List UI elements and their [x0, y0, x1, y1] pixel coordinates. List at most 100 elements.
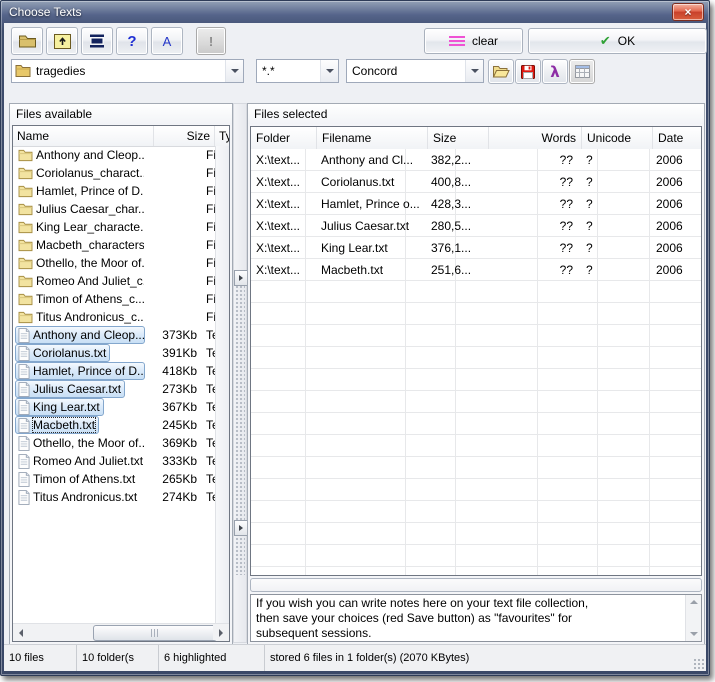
- chevron-down-icon: [326, 69, 334, 73]
- column-header-date[interactable]: Date: [653, 127, 702, 149]
- file-row[interactable]: Timon of Athens.txt 265Kb Te: [13, 470, 229, 488]
- panel-splitter[interactable]: [233, 103, 247, 643]
- table-row[interactable]: X:\text... Anthony and Cl... 382,2... ??…: [251, 149, 701, 171]
- horizontal-scrollbar[interactable]: [13, 623, 229, 641]
- folder-icon: [15, 64, 31, 78]
- font-button[interactable]: A: [151, 27, 183, 55]
- files-selected-body: X:\text... Anthony and Cl... 382,2... ??…: [251, 149, 701, 575]
- table-row[interactable]: X:\text... Macbeth.txt 251,6... ?? ? 200…: [251, 259, 701, 281]
- scrollbar-thumb[interactable]: [93, 625, 217, 641]
- clear-button[interactable]: clear: [424, 28, 523, 54]
- pattern-combo[interactable]: *.*: [256, 59, 339, 83]
- tool-combo[interactable]: Concord: [346, 59, 484, 83]
- file-row[interactable]: Anthony and Cleop... Fi: [13, 146, 229, 164]
- pattern-combo-value: *.*: [257, 64, 320, 78]
- scroll-up-button[interactable]: [686, 595, 701, 609]
- arrow-up-icon: [690, 600, 698, 604]
- document-icon: [18, 364, 30, 379]
- table-row[interactable]: X:\text... King Lear.txt 376,1... ?? ? 2…: [251, 237, 701, 259]
- folder-combo[interactable]: tragedies: [11, 59, 244, 83]
- cell-filename: King Lear.txt: [316, 241, 426, 255]
- parent-folder-button[interactable]: [46, 27, 78, 55]
- file-row[interactable]: Othello, the Moor of... 369Kb Te: [13, 434, 229, 452]
- file-row[interactable]: Titus Andronicus_c... Fi: [13, 308, 229, 326]
- file-row[interactable]: Coriolanus_charact... Fi: [13, 164, 229, 182]
- folder-combo-dropdown[interactable]: [225, 60, 243, 82]
- notes-box[interactable]: If you wish you can write notes here on …: [250, 594, 702, 642]
- vertical-scrollbar[interactable]: [215, 146, 229, 624]
- file-row[interactable]: Julius Caesar.txt 273Kb Te: [13, 380, 229, 398]
- column-header-unicode[interactable]: Unicode: [582, 127, 653, 149]
- ok-button[interactable]: ✔ OK: [528, 28, 707, 54]
- quick-input[interactable]: [250, 578, 702, 592]
- column-header-words[interactable]: Words: [489, 127, 582, 149]
- file-row[interactable]: Julius Caesar_char... Fi: [13, 200, 229, 218]
- file-name-cell: Othello, the Moor of...: [15, 434, 145, 452]
- scroll-right-button[interactable]: [213, 625, 229, 640]
- table-row[interactable]: X:\text... Hamlet, Prince o... 428,3... …: [251, 193, 701, 215]
- statusbar: 10 files 10 folder(s 6 highlighted store…: [4, 644, 706, 671]
- cell-unicode: ?: [581, 219, 651, 233]
- close-button[interactable]: ×: [672, 3, 704, 21]
- column-header-size[interactable]: Size: [428, 127, 489, 149]
- column-header-name[interactable]: Name: [13, 126, 154, 146]
- save-favourites-button[interactable]: [515, 59, 541, 84]
- tool-combo-dropdown[interactable]: [465, 60, 483, 82]
- resize-grip[interactable]: [693, 658, 705, 670]
- files-available-header: Name Size Ty: [13, 126, 229, 147]
- column-header-size[interactable]: Size: [154, 126, 215, 146]
- screen: Choose Texts ×: [0, 0, 715, 682]
- thumb-grip-icon: [151, 629, 159, 637]
- column-header-filename[interactable]: Filename: [317, 127, 428, 149]
- favourites-lambda-icon: λ: [550, 63, 560, 81]
- table-row[interactable]: X:\text... Julius Caesar.txt 280,5... ??…: [251, 215, 701, 237]
- notes-text[interactable]: If you wish you can write notes here on …: [251, 595, 685, 641]
- file-row[interactable]: Romeo And Juliet.txt 333Kb Te: [13, 452, 229, 470]
- file-row[interactable]: Anthony and Cleop... 373Kb Te: [13, 326, 229, 344]
- file-row[interactable]: Hamlet, Prince of D... 418Kb Te: [13, 362, 229, 380]
- folder-icon: [18, 311, 33, 324]
- open-folder-button[interactable]: [11, 27, 43, 55]
- notes-scrollbar[interactable]: [685, 595, 701, 641]
- cell-folder: X:\text...: [251, 241, 316, 255]
- help-button[interactable]: ?: [116, 27, 148, 55]
- splitter-collapse-button-bottom[interactable]: [234, 520, 248, 536]
- file-size: 333Kb: [145, 454, 201, 468]
- scroll-down-button[interactable]: [686, 627, 701, 641]
- folder-up-icon: [53, 33, 72, 50]
- file-name: Hamlet, Prince of D...: [33, 364, 145, 378]
- view-button[interactable]: [81, 27, 113, 55]
- file-row[interactable]: Macbeth_characters Fi: [13, 236, 229, 254]
- folder-icon: [18, 149, 33, 162]
- file-row[interactable]: Titus Andronicus.txt 274Kb Te: [13, 488, 229, 506]
- splitter-collapse-button-top[interactable]: [234, 270, 248, 286]
- cell-unicode: ?: [581, 175, 651, 189]
- favourites-button[interactable]: λ: [542, 59, 568, 84]
- table-row[interactable]: X:\text... Coriolanus.txt 400,8... ?? ? …: [251, 171, 701, 193]
- arrow-right-icon: [239, 275, 243, 281]
- file-row[interactable]: Hamlet, Prince of D... Fi: [13, 182, 229, 200]
- scroll-left-button[interactable]: [13, 625, 29, 640]
- file-row[interactable]: King Lear.txt 367Kb Te: [13, 398, 229, 416]
- titlebar[interactable]: Choose Texts ×: [1, 1, 709, 22]
- file-row[interactable]: King Lear_characte... Fi: [13, 218, 229, 236]
- file-name-cell: Othello, the Moor of...: [15, 254, 145, 272]
- file-name-cell: Romeo And Juliet_c...: [15, 272, 145, 290]
- pattern-combo-dropdown[interactable]: [320, 60, 338, 82]
- cell-words: ??: [486, 153, 581, 167]
- cell-date: 2006: [651, 263, 702, 277]
- column-header-folder[interactable]: Folder: [251, 127, 317, 149]
- file-row[interactable]: Romeo And Juliet_c... Fi: [13, 272, 229, 290]
- open-favourites-button[interactable]: [488, 59, 514, 84]
- file-row[interactable]: Othello, the Moor of... Fi: [13, 254, 229, 272]
- font-icon: A: [163, 34, 172, 49]
- folder-icon: [18, 293, 33, 306]
- file-row[interactable]: Coriolanus.txt 391Kb Te: [13, 344, 229, 362]
- file-row[interactable]: Macbeth.txt 245Kb Te: [13, 416, 229, 434]
- file-name: Othello, the Moor of...: [36, 256, 145, 270]
- column-header-type[interactable]: Ty: [215, 126, 230, 146]
- arrow-right-icon: [239, 525, 243, 531]
- file-size: 367Kb: [145, 400, 201, 414]
- cell-date: 2006: [651, 175, 702, 189]
- file-row[interactable]: Timon of Athens_c... Fi: [13, 290, 229, 308]
